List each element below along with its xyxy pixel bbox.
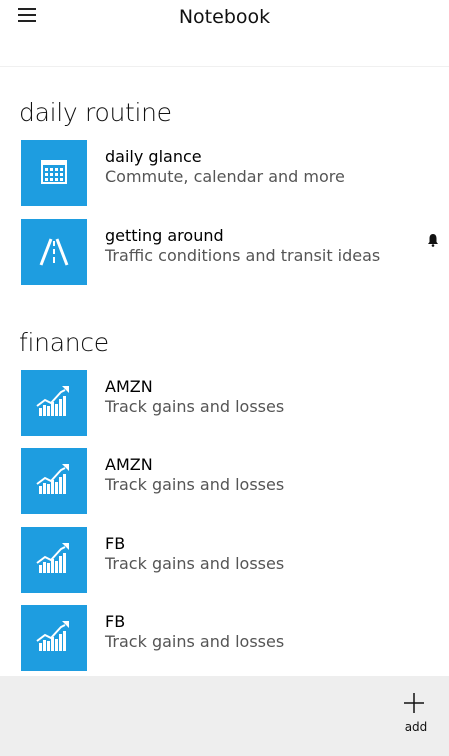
list-item-amzn[interactable]: AMZN Track gains and losses: [21, 448, 441, 514]
item-title: daily glance: [105, 147, 202, 166]
item-title: FB: [105, 612, 126, 631]
add-button[interactable]: add: [393, 686, 439, 752]
stock-chart-icon: [21, 527, 87, 593]
list-item-daily-glance[interactable]: daily glance Commute, calendar and more: [21, 140, 441, 206]
list-item-fb[interactable]: FB Track gains and losses: [21, 605, 441, 671]
item-subtitle: Track gains and losses: [105, 475, 285, 494]
list-item-amzn[interactable]: AMZN Track gains and losses: [21, 370, 441, 436]
plus-icon: [404, 693, 424, 713]
app-bar: add: [0, 676, 449, 756]
stock-chart-icon: [21, 370, 87, 436]
add-label: add: [404, 720, 428, 734]
item-subtitle: Commute, calendar and more: [105, 167, 345, 186]
item-subtitle: Traffic conditions and transit ideas: [105, 246, 381, 265]
header: Notebook: [0, 0, 449, 67]
item-title: AMZN: [105, 377, 153, 396]
section-title-daily-routine: daily routine: [19, 98, 172, 127]
item-subtitle: Track gains and losses: [105, 632, 285, 651]
item-title: getting around: [105, 226, 224, 245]
stock-chart-icon: [21, 448, 87, 514]
stock-chart-icon: [21, 605, 87, 671]
calendar-icon: [21, 140, 87, 206]
item-subtitle: Track gains and losses: [105, 397, 285, 416]
list-item-fb[interactable]: FB Track gains and losses: [21, 527, 441, 593]
section-title-finance: finance: [19, 328, 109, 357]
item-title: FB: [105, 534, 126, 553]
item-subtitle: Track gains and losses: [105, 554, 285, 573]
bell-icon: [428, 234, 438, 247]
road-icon: [21, 219, 87, 285]
page-title: Notebook: [178, 6, 271, 28]
list-item-getting-around[interactable]: getting around Traffic conditions and tr…: [21, 219, 441, 285]
item-title: AMZN: [105, 455, 153, 474]
